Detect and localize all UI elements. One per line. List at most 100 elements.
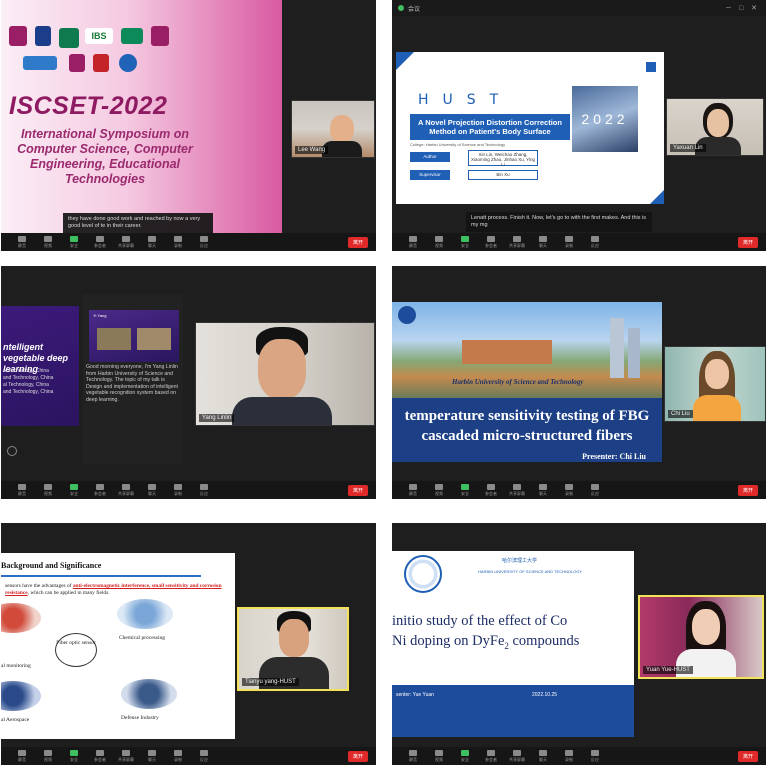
- meeting-window-1: IBS ISCSET-2022 International Symposium …: [1, 0, 376, 251]
- meeting-toolbar: 静音 视频 安全 参会者 共享屏幕 聊天 录制 反应 离开: [392, 233, 766, 251]
- slide-brand: HUST: [418, 92, 513, 108]
- video-button[interactable]: 视频: [35, 235, 61, 249]
- leave-button[interactable]: 离开: [737, 750, 758, 762]
- share-screen-button[interactable]: 共享屏幕: [504, 483, 530, 497]
- microphone-icon: [18, 483, 26, 490]
- play-icon[interactable]: [7, 446, 17, 456]
- mute-button[interactable]: 静音: [9, 483, 35, 497]
- application-image: [1, 603, 41, 633]
- window-title: 会议: [408, 5, 421, 13]
- university-name-cn: 哈尔滨理工大学: [502, 558, 538, 564]
- mute-button[interactable]: 静音: [400, 235, 426, 249]
- university-logo: [35, 26, 51, 46]
- reactions-button[interactable]: 反应: [582, 749, 608, 763]
- reactions-button[interactable]: 反应: [582, 483, 608, 497]
- slide-thumbnail[interactable]: Yi Yang: [89, 310, 179, 362]
- video-button[interactable]: 视频: [426, 235, 452, 249]
- mute-button[interactable]: 静音: [400, 749, 426, 763]
- shield-icon: [70, 235, 78, 242]
- window-titlebar: 会议 ─ □ ✕: [392, 0, 766, 16]
- participant-video[interactable]: Chi Liu: [664, 346, 766, 422]
- video-button[interactable]: 视频: [426, 483, 452, 497]
- participant-name: Yang Linlin: [199, 414, 235, 422]
- chat-button[interactable]: 聊天: [139, 235, 165, 249]
- security-button[interactable]: 安全: [452, 483, 478, 497]
- participant-video[interactable]: Lee Wang: [291, 100, 375, 158]
- emoji-icon: [200, 749, 208, 756]
- participant-video[interactable]: Yang Linlin: [195, 322, 375, 426]
- chat-button[interactable]: 聊天: [530, 483, 556, 497]
- people-icon: [96, 235, 104, 242]
- security-button[interactable]: 安全: [61, 235, 87, 249]
- emoji-icon: [200, 235, 208, 242]
- security-button[interactable]: 安全: [452, 749, 478, 763]
- chat-button[interactable]: 聊天: [139, 749, 165, 763]
- slide-marker: [646, 62, 656, 72]
- record-button[interactable]: 录制: [165, 749, 191, 763]
- video-button[interactable]: 视频: [35, 483, 61, 497]
- participants-button[interactable]: 参会者: [87, 749, 113, 763]
- slide-subtitle: International Symposium on Computer Scie…: [17, 127, 193, 186]
- mute-button[interactable]: 静音: [9, 235, 35, 249]
- chat-button[interactable]: 聊天: [530, 749, 556, 763]
- slide-title: initio study of the effect of Co Ni dopi…: [392, 613, 580, 651]
- university-logo: [404, 555, 442, 593]
- leave-button[interactable]: 离开: [347, 484, 368, 496]
- security-button[interactable]: 安全: [61, 483, 87, 497]
- shield-icon: [70, 749, 78, 756]
- camera-icon: [435, 235, 443, 242]
- people-icon: [96, 483, 104, 490]
- record-button[interactable]: 录制: [165, 483, 191, 497]
- participants-button[interactable]: 参会者: [478, 483, 504, 497]
- share-screen-button[interactable]: 共享屏幕: [504, 235, 530, 249]
- mute-button[interactable]: 静音: [9, 749, 35, 763]
- participant-face: [707, 109, 729, 137]
- meeting-toolbar: 静音 视频 安全 参会者 共享屏幕 聊天 录制 反应 离开: [1, 233, 376, 251]
- record-button[interactable]: 录制: [556, 235, 582, 249]
- university-logo: [59, 28, 79, 48]
- leave-button[interactable]: 离开: [347, 750, 368, 762]
- window-controls[interactable]: ─ □ ✕: [726, 4, 760, 12]
- participants-button[interactable]: 参会者: [87, 235, 113, 249]
- security-button[interactable]: 安全: [61, 749, 87, 763]
- reactions-button[interactable]: 反应: [191, 235, 217, 249]
- participant-video[interactable]: Yuan Yue-HUST: [638, 595, 764, 679]
- leave-button[interactable]: 离开: [347, 236, 368, 248]
- shared-slide: IBS ISCSET-2022 International Symposium …: [1, 0, 282, 236]
- video-button[interactable]: 视频: [426, 749, 452, 763]
- reactions-button[interactable]: 反应: [582, 235, 608, 249]
- participant-video[interactable]: Yaxuan Lin: [666, 98, 764, 156]
- share-screen-button[interactable]: 共享屏幕: [113, 749, 139, 763]
- record-button[interactable]: 录制: [556, 749, 582, 763]
- meeting-window-5: Background and Significance sensors have…: [1, 523, 376, 765]
- share-screen-button[interactable]: 共享屏幕: [113, 235, 139, 249]
- authors-box: Xin Lin, Weichao Zhang, Xiaoming Zhao, J…: [468, 150, 538, 167]
- participant-name: Tianyu yang-HUST: [242, 678, 299, 686]
- chat-button[interactable]: 聊天: [139, 483, 165, 497]
- camera-icon: [44, 483, 52, 490]
- share-screen-button[interactable]: 共享屏幕: [504, 749, 530, 763]
- record-icon: [174, 749, 182, 756]
- university-logo: [23, 56, 57, 70]
- security-button[interactable]: 安全: [452, 235, 478, 249]
- participants-button[interactable]: 参会者: [87, 483, 113, 497]
- reactions-button[interactable]: 反应: [191, 483, 217, 497]
- leave-button[interactable]: 离开: [737, 484, 758, 496]
- chat-button[interactable]: 聊天: [530, 235, 556, 249]
- share-icon: [513, 235, 521, 242]
- video-button[interactable]: 视频: [35, 749, 61, 763]
- participants-button[interactable]: 参会者: [478, 235, 504, 249]
- presenter-text: senter: Yue Yuan: [396, 692, 434, 698]
- leave-button[interactable]: 离开: [737, 236, 758, 248]
- record-button[interactable]: 录制: [165, 235, 191, 249]
- meeting-toolbar: 静音 视频 安全 参会者 共享屏幕 聊天 录制 反应 离开: [1, 747, 376, 765]
- participant-face: [705, 359, 729, 389]
- application-label: Defense Industry: [121, 715, 159, 721]
- participants-button[interactable]: 参会者: [478, 749, 504, 763]
- university-name: Harbin University of Science and Technol…: [452, 378, 584, 386]
- participant-video[interactable]: Tianyu yang-HUST: [237, 607, 349, 691]
- record-button[interactable]: 录制: [556, 483, 582, 497]
- share-screen-button[interactable]: 共享屏幕: [113, 483, 139, 497]
- mute-button[interactable]: 静音: [400, 483, 426, 497]
- reactions-button[interactable]: 反应: [191, 749, 217, 763]
